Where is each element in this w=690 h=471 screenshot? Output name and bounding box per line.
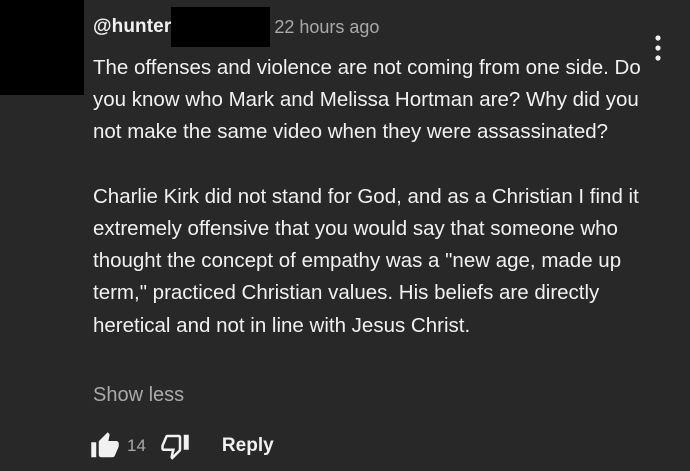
- comment-header: @hunter 22 hours ago: [93, 7, 379, 47]
- comment-paragraph: The offenses and violence are not coming…: [93, 56, 641, 144]
- more-vert-icon: [655, 35, 661, 61]
- name-redaction-box: [171, 7, 271, 47]
- comment-timestamp[interactable]: 22 hours ago: [274, 17, 379, 38]
- like-button[interactable]: [88, 429, 122, 463]
- author-name[interactable]: @hunter: [93, 16, 171, 38]
- show-less-button[interactable]: Show less: [93, 384, 184, 407]
- reply-button[interactable]: Reply: [222, 435, 274, 457]
- comment-action-bar: 14 Reply: [88, 428, 274, 464]
- comment-paragraph: Charlie Kirk did not stand for God, and …: [93, 184, 639, 337]
- like-count: 14: [127, 436, 146, 455]
- avatar[interactable]: [0, 0, 84, 95]
- thumb-up-filled-icon: [91, 432, 119, 458]
- thumb-down-outline-icon: [161, 434, 189, 460]
- comment-text: The offenses and violence are not coming…: [93, 52, 653, 342]
- dislike-button[interactable]: [158, 429, 192, 463]
